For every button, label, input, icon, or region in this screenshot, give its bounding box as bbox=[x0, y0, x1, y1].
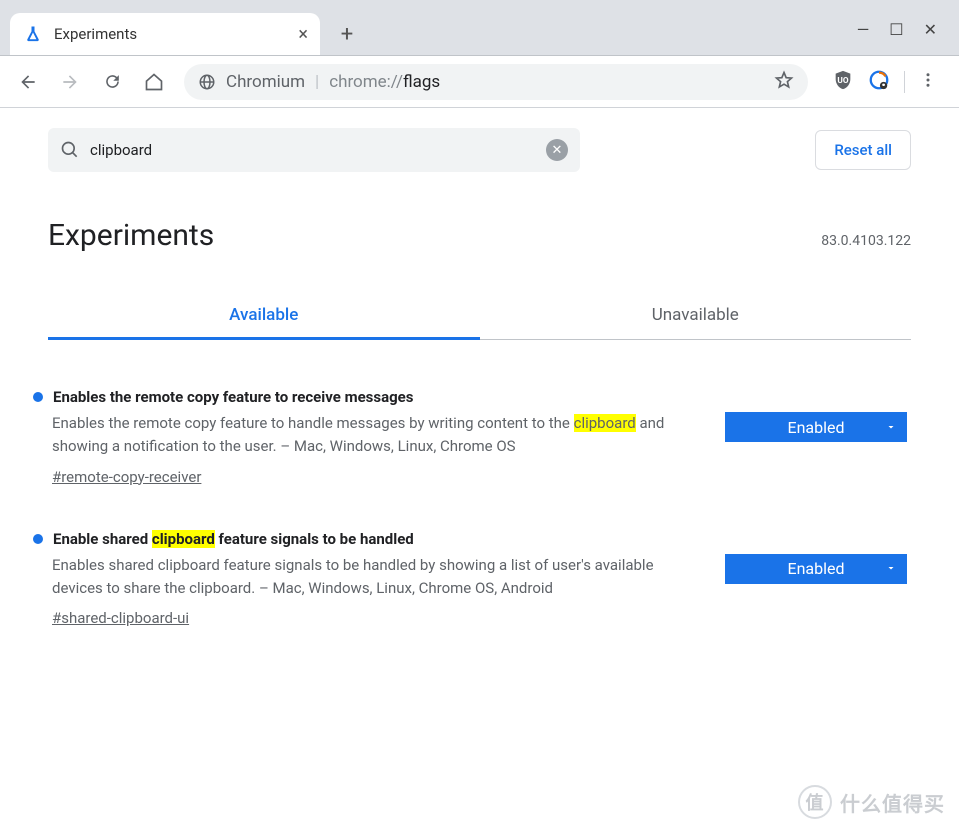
tab-unavailable[interactable]: Unavailable bbox=[480, 293, 912, 340]
chevron-down-icon bbox=[885, 559, 897, 578]
back-button[interactable] bbox=[10, 64, 46, 100]
search-row: ✕ Reset all bbox=[48, 128, 911, 172]
window-titlebar: Experiments × + ― ☐ ✕ bbox=[0, 0, 959, 56]
reload-button[interactable] bbox=[94, 64, 130, 100]
page-content: ✕ Reset all Experiments 83.0.4103.122 Av… bbox=[0, 108, 959, 627]
bookmark-star-icon[interactable] bbox=[774, 70, 794, 94]
flag-status-select[interactable]: Enabled bbox=[725, 554, 907, 584]
flag-description: Enables the remote copy feature to handl… bbox=[52, 412, 697, 459]
modified-dot-icon bbox=[33, 534, 43, 544]
url-product: Chromium bbox=[226, 72, 305, 92]
flag-description: Enables shared clipboard feature signals… bbox=[52, 554, 697, 601]
flag-anchor-link[interactable]: #shared-clipboard-ui bbox=[52, 609, 189, 627]
close-tab-icon[interactable]: × bbox=[298, 24, 308, 45]
extension-icons: UO bbox=[820, 69, 949, 95]
minimize-icon[interactable]: ― bbox=[857, 20, 870, 39]
flag-title: Enables the remote copy feature to recei… bbox=[53, 388, 414, 406]
forward-button[interactable] bbox=[52, 64, 88, 100]
version-label: 83.0.4103.122 bbox=[821, 233, 911, 249]
page-title: Experiments bbox=[48, 218, 214, 253]
url-path: flags bbox=[403, 72, 440, 92]
flask-icon bbox=[24, 25, 42, 43]
browser-tab[interactable]: Experiments × bbox=[10, 13, 320, 55]
url-scheme: chrome:// bbox=[329, 72, 403, 92]
site-info-icon[interactable] bbox=[198, 73, 216, 91]
new-tab-button[interactable]: + bbox=[330, 17, 364, 51]
toolbar-separator bbox=[904, 71, 905, 93]
watermark-icon: 值 bbox=[798, 785, 832, 819]
address-bar[interactable]: Chromium | chrome://flags bbox=[184, 64, 808, 100]
flags-list: Enables the remote copy feature to recei… bbox=[48, 388, 911, 627]
flag-title: Enable shared clipboard feature signals … bbox=[53, 530, 414, 548]
svg-text:UO: UO bbox=[837, 75, 848, 85]
flag-item: Enables the remote copy feature to recei… bbox=[52, 388, 907, 486]
tabs: Available Unavailable bbox=[48, 293, 911, 340]
chevron-down-icon bbox=[885, 418, 897, 437]
watermark: 值 什么值得买 bbox=[798, 785, 945, 819]
clear-search-icon[interactable]: ✕ bbox=[546, 139, 568, 161]
tab-available[interactable]: Available bbox=[48, 293, 480, 340]
menu-button[interactable] bbox=[919, 71, 937, 93]
modified-dot-icon bbox=[33, 392, 43, 402]
flag-item: Enable shared clipboard feature signals … bbox=[52, 530, 907, 628]
sync-extension-icon[interactable] bbox=[868, 69, 890, 95]
flag-anchor-link[interactable]: #remote-copy-receiver bbox=[52, 468, 201, 486]
flag-status-value: Enabled bbox=[787, 418, 844, 437]
url-separator: | bbox=[315, 72, 319, 92]
search-input[interactable] bbox=[90, 141, 536, 159]
close-window-icon[interactable]: ✕ bbox=[924, 20, 937, 39]
flag-status-value: Enabled bbox=[787, 559, 844, 578]
home-button[interactable] bbox=[136, 64, 172, 100]
maximize-icon[interactable]: ☐ bbox=[889, 20, 903, 39]
browser-toolbar: Chromium | chrome://flags UO bbox=[0, 56, 959, 108]
search-box[interactable]: ✕ bbox=[48, 128, 580, 172]
shield-extension-icon[interactable]: UO bbox=[832, 69, 854, 95]
search-icon bbox=[60, 140, 80, 160]
reset-all-button[interactable]: Reset all bbox=[815, 130, 911, 170]
watermark-text: 什么值得买 bbox=[840, 788, 945, 817]
tab-title: Experiments bbox=[54, 25, 137, 43]
page-title-row: Experiments 83.0.4103.122 bbox=[48, 218, 911, 253]
flag-status-select[interactable]: Enabled bbox=[725, 412, 907, 442]
window-controls: ― ☐ ✕ bbox=[857, 20, 959, 55]
